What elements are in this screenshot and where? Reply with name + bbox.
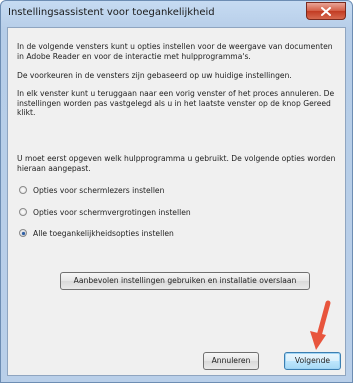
option-screen-reader[interactable]: Opties voor schermlezers instellen (19, 184, 164, 196)
radio-screen-magnifier[interactable] (19, 208, 27, 216)
option-screen-reader-label: Opties voor schermlezers instellen (33, 185, 165, 195)
option-all-accessibility-label: Alle toegankelijkheidsopties instellen (33, 228, 174, 238)
dialog-title: Instellingsassistent voor toegankelijkhe… (8, 7, 215, 18)
intro-text: In de volgende vensters kunt u opties in… (17, 42, 333, 61)
option-screen-magnifier[interactable]: Opties voor schermvergrotingen instellen (19, 206, 191, 218)
dialog-content: In de volgende vensters kunt u opties in… (7, 27, 346, 376)
close-button[interactable] (306, 2, 346, 20)
preferences-text: De voorkeuren in de vensters zijn gebase… (17, 71, 292, 80)
radio-screen-reader[interactable] (19, 186, 27, 194)
navigation-text: In elk venster kunt u teruggaan naar een… (17, 89, 335, 118)
next-button[interactable]: Volgende (284, 352, 341, 370)
title-bar[interactable]: Instellingsassistent voor toegankelijkhe… (1, 1, 352, 27)
skip-setup-button[interactable]: Aanbevolen instellingen gebruiken en ins… (60, 272, 310, 290)
close-icon (321, 7, 331, 16)
option-screen-magnifier-label: Opties voor schermvergrotingen instellen (33, 207, 191, 217)
instruction-text: U moet eerst opgeven welk hulpprogramma … (17, 154, 336, 173)
dialog-window: Instellingsassistent voor toegankelijkhe… (0, 0, 353, 383)
cancel-button[interactable]: Annuleren (203, 352, 259, 370)
radio-all-accessibility[interactable] (19, 229, 27, 237)
option-all-accessibility[interactable]: Alle toegankelijkheidsopties instellen (19, 227, 174, 239)
